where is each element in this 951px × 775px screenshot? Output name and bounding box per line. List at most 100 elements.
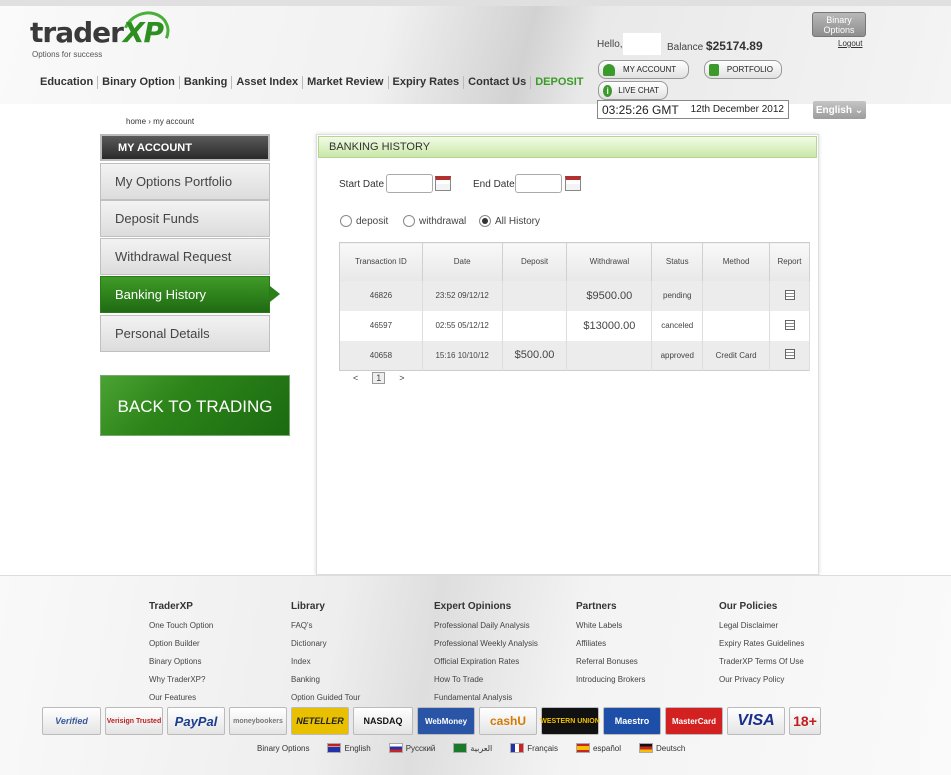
radio-button-checked[interactable] (479, 215, 491, 227)
nav-education[interactable]: Education (36, 76, 99, 89)
footer-link[interactable]: Why TraderXP? (149, 671, 213, 689)
footer-link[interactable]: TraderXP Terms Of Use (719, 653, 804, 671)
main-nav: Education Binary Option Banking Asset In… (36, 76, 588, 89)
footer-column-traderxp: TraderXP One Touch Option Option Builder… (149, 601, 213, 707)
username-redacted (623, 33, 661, 55)
radio-button[interactable] (340, 215, 352, 227)
nav-deposit[interactable]: DEPOSIT (531, 76, 587, 89)
calendar-icon[interactable] (435, 176, 451, 191)
footer-link[interactable]: Dictionary (291, 635, 360, 653)
footer-link[interactable]: One Touch Option (149, 617, 213, 635)
breadcrumb-current: my account (153, 117, 195, 126)
lang-arabic[interactable]: العربية (453, 743, 492, 753)
footer-column-partners: Partners White Labels Affiliates Referra… (576, 601, 645, 689)
nav-binary-option[interactable]: Binary Option (98, 76, 180, 89)
prev-page-button[interactable]: < (353, 373, 358, 383)
briefcase-icon (709, 63, 719, 76)
sidebar-item-deposit-funds[interactable]: Deposit Funds (100, 200, 270, 237)
sidebar-item-withdrawal-request[interactable]: Withdrawal Request (100, 238, 270, 275)
footer-link[interactable]: Index (291, 653, 360, 671)
lang-russian[interactable]: Русский (388, 743, 435, 753)
footer-link[interactable]: Introducing Brokers (576, 671, 645, 689)
deposit-amount (502, 280, 568, 311)
footer-link[interactable]: Official Expiration Rates (434, 653, 538, 671)
column-header[interactable]: Date (422, 242, 503, 281)
next-page-button[interactable]: > (399, 373, 404, 383)
footer-link[interactable]: Our Features (149, 689, 213, 707)
footer-link[interactable]: FAQ's (291, 617, 360, 635)
nav-market-review[interactable]: Market Review (303, 76, 389, 89)
nav-expiry-rates[interactable]: Expiry Rates (389, 76, 465, 89)
withdrawal-amount: $9500.00 (566, 280, 653, 311)
end-date-input[interactable] (515, 174, 562, 193)
sidebar-title: MY ACCOUNT (100, 134, 270, 161)
deposit-amount: $500.00 (502, 340, 568, 371)
transaction-status: canceled (651, 310, 704, 341)
binary-options-button[interactable]: Binary Options (812, 12, 866, 37)
nasdaq-logo: NASDAQ (353, 707, 413, 735)
back-to-trading-button[interactable]: BACK TO TRADING (100, 375, 290, 436)
footer-link[interactable]: Professional Weekly Analysis (434, 635, 538, 653)
start-date-input[interactable] (386, 174, 433, 193)
moneybookers-logo: moneybookers (229, 707, 287, 735)
nav-asset-index[interactable]: Asset Index (232, 76, 304, 89)
footer-link[interactable]: Banking (291, 671, 360, 689)
lang-french[interactable]: Français (510, 743, 558, 753)
transaction-method (702, 310, 771, 341)
footer-link[interactable]: Expiry Rates Guidelines (719, 635, 804, 653)
footer-link[interactable]: White Labels (576, 617, 645, 635)
flag-germany-icon (639, 743, 653, 753)
footer-column-policies: Our Policies Legal Disclaimer Expiry Rat… (719, 601, 804, 689)
portfolio-button[interactable]: PORTFOLIO (704, 60, 782, 79)
footer-link[interactable]: Professional Daily Analysis (434, 617, 538, 635)
table-row: 46597 02:55 05/12/12 $13000.00 canceled (339, 310, 810, 341)
column-header[interactable]: Withdrawal (566, 242, 653, 281)
report-icon[interactable] (784, 319, 795, 330)
table-row: 46826 23:52 09/12/12 $9500.00 pending (339, 280, 810, 311)
radio-all-history[interactable]: All History (479, 215, 540, 227)
column-header[interactable]: Status (651, 242, 704, 281)
calendar-icon[interactable] (565, 176, 581, 191)
footer-link[interactable]: Fundamental Analysis (434, 689, 538, 707)
live-chat-button[interactable]: i LIVE CHAT (598, 81, 668, 100)
sidebar-item-personal-details[interactable]: Personal Details (100, 315, 270, 352)
report-icon[interactable] (784, 289, 795, 300)
footer-link[interactable]: Affiliates (576, 635, 645, 653)
column-header[interactable]: Method (702, 242, 771, 281)
page-number[interactable]: 1 (372, 372, 386, 384)
lang-german[interactable]: Deutsch (639, 743, 685, 753)
chevron-down-icon: ⌄ (854, 104, 864, 116)
footer-link[interactable]: Option Builder (149, 635, 213, 653)
user-icon (603, 63, 615, 76)
transaction-method (702, 280, 771, 311)
radio-withdrawal[interactable]: withdrawal (403, 215, 466, 227)
column-header[interactable]: Transaction ID (339, 242, 423, 281)
breadcrumb-home[interactable]: home (126, 117, 146, 126)
footer-link[interactable]: Binary Options (149, 653, 213, 671)
site-logo[interactable]: traderXP Options for success (30, 3, 177, 63)
radio-deposit[interactable]: deposit (340, 215, 388, 227)
my-account-button[interactable]: MY ACCOUNT (598, 60, 689, 79)
nav-banking[interactable]: Banking (180, 76, 233, 89)
footer-binary-options-link[interactable]: Binary Options (257, 744, 309, 753)
clock-date: 12th December 2012 (690, 104, 784, 115)
logout-link[interactable]: Logout (838, 39, 862, 48)
footer-link[interactable]: Legal Disclaimer (719, 617, 804, 635)
footer-link[interactable]: Option Guided Tour (291, 689, 360, 707)
column-header[interactable]: Deposit (502, 242, 568, 281)
sidebar-item-portfolio[interactable]: My Options Portfolio (100, 163, 270, 200)
radio-button[interactable] (403, 215, 415, 227)
footer-link[interactable]: Our Privacy Policy (719, 671, 804, 689)
footer-link[interactable]: How To Trade (434, 671, 538, 689)
lang-english[interactable]: English (327, 743, 371, 753)
sidebar-item-banking-history[interactable]: Banking History (100, 276, 270, 313)
column-header: Report (769, 242, 810, 281)
panel-title: BANKING HISTORY (318, 136, 817, 158)
footer-link[interactable]: Referral Bonuses (576, 653, 645, 671)
clock-time: 03:25:26 GMT (602, 102, 679, 117)
lang-spanish[interactable]: español (575, 743, 621, 753)
report-icon[interactable] (784, 349, 795, 360)
active-arrow-icon (270, 286, 280, 302)
language-select[interactable]: English ⌄ (813, 101, 866, 119)
nav-contact-us[interactable]: Contact Us (464, 76, 532, 89)
